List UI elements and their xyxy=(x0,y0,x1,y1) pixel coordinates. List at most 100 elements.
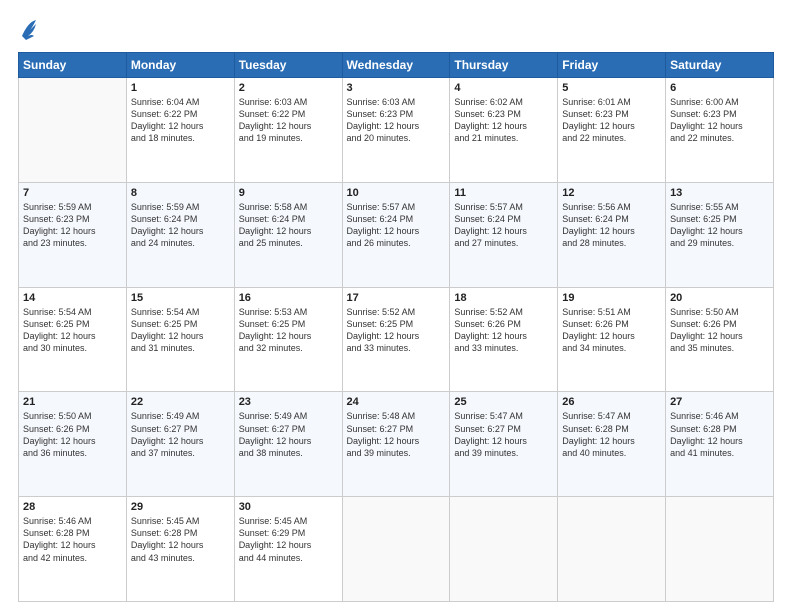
calendar-cell: 22 Sunrise: 5:49 AM Sunset: 6:27 PM Dayli… xyxy=(126,392,234,497)
day-detail: Sunrise: 5:54 AM Sunset: 6:25 PM Dayligh… xyxy=(131,306,230,355)
calendar-table: SundayMondayTuesdayWednesdayThursdayFrid… xyxy=(18,52,774,602)
calendar-cell: 26 Sunrise: 5:47 AM Sunset: 6:28 PM Dayli… xyxy=(558,392,666,497)
calendar-cell: 25 Sunrise: 5:47 AM Sunset: 6:27 PM Dayli… xyxy=(450,392,558,497)
day-number: 24 xyxy=(347,396,446,408)
day-number: 22 xyxy=(131,396,230,408)
day-detail: Sunrise: 5:47 AM Sunset: 6:27 PM Dayligh… xyxy=(454,410,553,459)
calendar-cell: 30Sunrise: 5:45 AM Sunset: 6:29 PM Dayli… xyxy=(234,497,342,602)
day-detail: Sunrise: 5:54 AM Sunset: 6:25 PM Dayligh… xyxy=(23,306,122,355)
calendar-cell: 28 Sunrise: 5:46 AM Sunset: 6:28 PM Dayli… xyxy=(19,497,127,602)
calendar-cell: 12Sunrise: 5:56 AM Sunset: 6:24 PM Dayli… xyxy=(558,182,666,287)
calendar-cell: 8Sunrise: 5:59 AM Sunset: 6:24 PM Daylig… xyxy=(126,182,234,287)
day-number: 28 xyxy=(23,501,122,513)
calendar-header-row: SundayMondayTuesdayWednesdayThursdayFrid… xyxy=(19,53,774,78)
day-number: 9 xyxy=(239,187,338,199)
calendar-cell: 7 Sunrise: 5:59 AM Sunset: 6:23 PM Daylig… xyxy=(19,182,127,287)
calendar-cell: 20 Sunrise: 5:50 AM Sunset: 6:26 PM Dayli… xyxy=(666,287,774,392)
day-number: 3 xyxy=(347,82,446,94)
calendar-cell: 6 Sunrise: 6:00 AM Sunset: 6:23 PM Daylig… xyxy=(666,78,774,183)
calendar-cell: 10 Sunrise: 5:57 AM Sunset: 6:24 PM Dayli… xyxy=(342,182,450,287)
calendar-col-tuesday: Tuesday xyxy=(234,53,342,78)
calendar-cell xyxy=(558,497,666,602)
day-detail: Sunrise: 5:47 AM Sunset: 6:28 PM Dayligh… xyxy=(562,410,661,459)
calendar-col-sunday: Sunday xyxy=(19,53,127,78)
day-detail: Sunrise: 5:57 AM Sunset: 6:24 PM Dayligh… xyxy=(454,201,553,250)
page: SundayMondayTuesdayWednesdayThursdayFrid… xyxy=(0,0,792,612)
day-detail: Sunrise: 5:45 AM Sunset: 6:28 PM Dayligh… xyxy=(131,515,230,564)
calendar-col-thursday: Thursday xyxy=(450,53,558,78)
day-detail: Sunrise: 5:48 AM Sunset: 6:27 PM Dayligh… xyxy=(347,410,446,459)
calendar-cell xyxy=(19,78,127,183)
day-number: 27 xyxy=(670,396,769,408)
day-number: 7 xyxy=(23,187,122,199)
day-detail: Sunrise: 6:03 AM Sunset: 6:23 PM Dayligh… xyxy=(347,96,446,145)
calendar-cell: 3 Sunrise: 6:03 AM Sunset: 6:23 PM Daylig… xyxy=(342,78,450,183)
day-detail: Sunrise: 5:56 AM Sunset: 6:24 PM Dayligh… xyxy=(562,201,661,250)
calendar-cell: 1 Sunrise: 6:04 AM Sunset: 6:22 PM Daylig… xyxy=(126,78,234,183)
day-number: 23 xyxy=(239,396,338,408)
day-number: 29 xyxy=(131,501,230,513)
day-detail: Sunrise: 5:49 AM Sunset: 6:27 PM Dayligh… xyxy=(239,410,338,459)
day-detail: Sunrise: 5:52 AM Sunset: 6:25 PM Dayligh… xyxy=(347,306,446,355)
day-number: 15 xyxy=(131,292,230,304)
day-number: 17 xyxy=(347,292,446,304)
day-detail: Sunrise: 5:46 AM Sunset: 6:28 PM Dayligh… xyxy=(23,515,122,564)
calendar-cell: 14 Sunrise: 5:54 AM Sunset: 6:25 PM Dayli… xyxy=(19,287,127,392)
day-detail: Sunrise: 5:52 AM Sunset: 6:26 PM Dayligh… xyxy=(454,306,553,355)
calendar-cell: 11 Sunrise: 5:57 AM Sunset: 6:24 PM Dayli… xyxy=(450,182,558,287)
day-detail: Sunrise: 5:50 AM Sunset: 6:26 PM Dayligh… xyxy=(23,410,122,459)
day-number: 26 xyxy=(562,396,661,408)
logo xyxy=(18,18,38,42)
day-number: 2 xyxy=(239,82,338,94)
day-number: 14 xyxy=(23,292,122,304)
calendar-cell: 4 Sunrise: 6:02 AM Sunset: 6:23 PM Daylig… xyxy=(450,78,558,183)
day-number: 25 xyxy=(454,396,553,408)
day-detail: Sunrise: 5:59 AM Sunset: 6:24 PM Dayligh… xyxy=(131,201,230,250)
day-detail: Sunrise: 5:51 AM Sunset: 6:26 PM Dayligh… xyxy=(562,306,661,355)
day-detail: Sunrise: 6:04 AM Sunset: 6:22 PM Dayligh… xyxy=(131,96,230,145)
day-detail: Sunrise: 5:59 AM Sunset: 6:23 PM Dayligh… xyxy=(23,201,122,250)
day-number: 18 xyxy=(454,292,553,304)
calendar-week-row: 1 Sunrise: 6:04 AM Sunset: 6:22 PM Daylig… xyxy=(19,78,774,183)
calendar-cell xyxy=(342,497,450,602)
day-detail: Sunrise: 6:02 AM Sunset: 6:23 PM Dayligh… xyxy=(454,96,553,145)
day-detail: Sunrise: 5:55 AM Sunset: 6:25 PM Dayligh… xyxy=(670,201,769,250)
calendar-cell: 24 Sunrise: 5:48 AM Sunset: 6:27 PM Dayli… xyxy=(342,392,450,497)
day-detail: Sunrise: 5:57 AM Sunset: 6:24 PM Dayligh… xyxy=(347,201,446,250)
calendar-cell xyxy=(450,497,558,602)
day-number: 6 xyxy=(670,82,769,94)
calendar-cell: 18 Sunrise: 5:52 AM Sunset: 6:26 PM Dayli… xyxy=(450,287,558,392)
day-detail: Sunrise: 5:46 AM Sunset: 6:28 PM Dayligh… xyxy=(670,410,769,459)
calendar-week-row: 14 Sunrise: 5:54 AM Sunset: 6:25 PM Dayli… xyxy=(19,287,774,392)
calendar-week-row: 21Sunrise: 5:50 AM Sunset: 6:26 PM Dayli… xyxy=(19,392,774,497)
calendar-cell: 16 Sunrise: 5:53 AM Sunset: 6:25 PM Dayli… xyxy=(234,287,342,392)
calendar-cell xyxy=(666,497,774,602)
header xyxy=(18,18,774,42)
day-number: 1 xyxy=(131,82,230,94)
calendar-col-monday: Monday xyxy=(126,53,234,78)
day-number: 10 xyxy=(347,187,446,199)
day-number: 16 xyxy=(239,292,338,304)
calendar-col-wednesday: Wednesday xyxy=(342,53,450,78)
calendar-cell: 27 Sunrise: 5:46 AM Sunset: 6:28 PM Dayli… xyxy=(666,392,774,497)
logo-bird-icon xyxy=(20,18,38,42)
day-number: 5 xyxy=(562,82,661,94)
day-number: 20 xyxy=(670,292,769,304)
calendar-cell: 23 Sunrise: 5:49 AM Sunset: 6:27 PM Dayli… xyxy=(234,392,342,497)
calendar-cell: 17 Sunrise: 5:52 AM Sunset: 6:25 PM Dayli… xyxy=(342,287,450,392)
calendar-cell: 2Sunrise: 6:03 AM Sunset: 6:22 PM Daylig… xyxy=(234,78,342,183)
day-number: 4 xyxy=(454,82,553,94)
calendar-col-saturday: Saturday xyxy=(666,53,774,78)
calendar-week-row: 28 Sunrise: 5:46 AM Sunset: 6:28 PM Dayli… xyxy=(19,497,774,602)
calendar-cell: 13 Sunrise: 5:55 AM Sunset: 6:25 PM Dayli… xyxy=(666,182,774,287)
day-number: 11 xyxy=(454,187,553,199)
day-detail: Sunrise: 5:53 AM Sunset: 6:25 PM Dayligh… xyxy=(239,306,338,355)
calendar-col-friday: Friday xyxy=(558,53,666,78)
day-detail: Sunrise: 5:49 AM Sunset: 6:27 PM Dayligh… xyxy=(131,410,230,459)
day-detail: Sunrise: 6:00 AM Sunset: 6:23 PM Dayligh… xyxy=(670,96,769,145)
day-number: 13 xyxy=(670,187,769,199)
day-detail: Sunrise: 5:58 AM Sunset: 6:24 PM Dayligh… xyxy=(239,201,338,250)
day-detail: Sunrise: 5:50 AM Sunset: 6:26 PM Dayligh… xyxy=(670,306,769,355)
calendar-cell: 15 Sunrise: 5:54 AM Sunset: 6:25 PM Dayli… xyxy=(126,287,234,392)
calendar-cell: 21Sunrise: 5:50 AM Sunset: 6:26 PM Dayli… xyxy=(19,392,127,497)
